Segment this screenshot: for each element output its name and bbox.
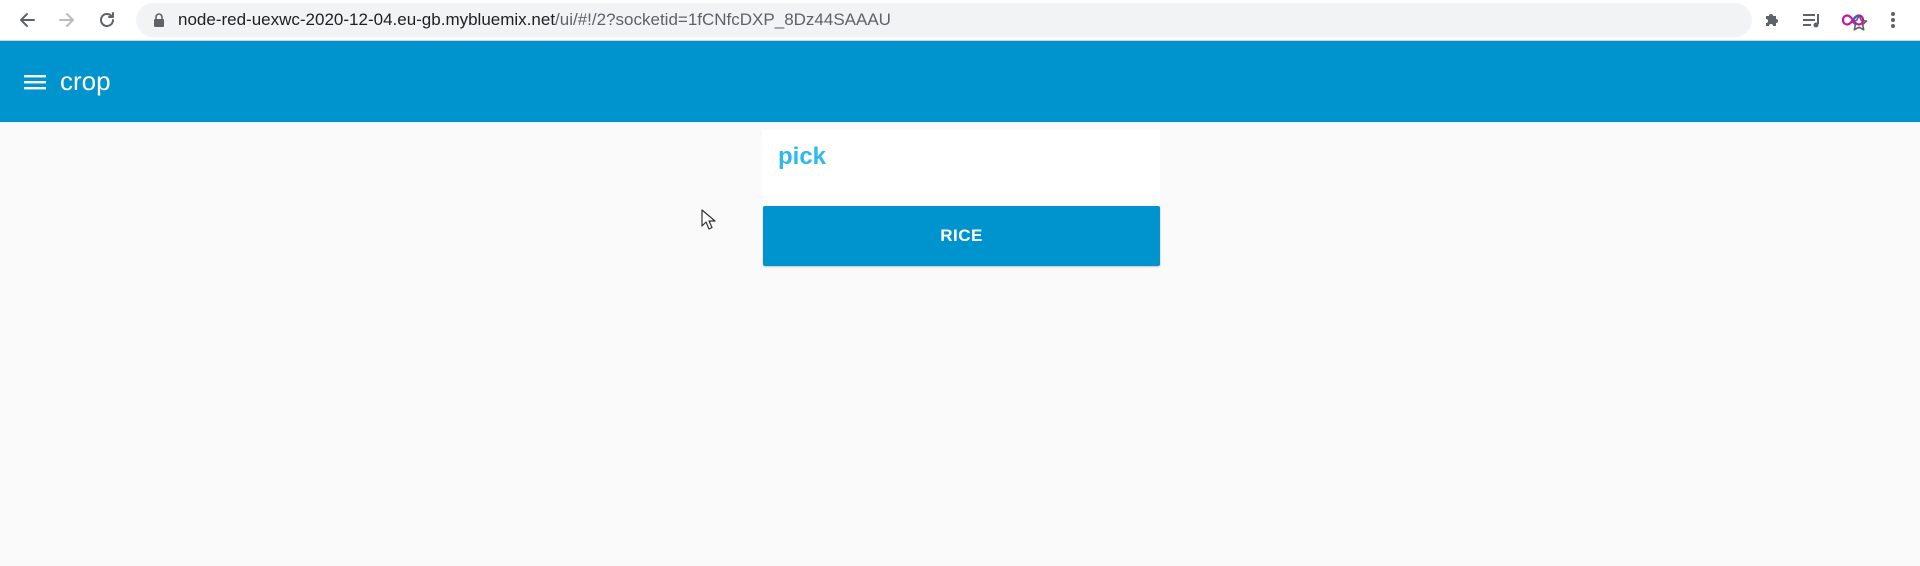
- media-queue-button[interactable]: [1797, 5, 1827, 35]
- url-path: /ui/#!/2?socketid=1fCNfcDXP_8Dz44SAAAU: [555, 10, 891, 29]
- group-title: pick: [778, 143, 827, 170]
- url-host: node-red-uexwc-2020-12-04.eu-gb.mybluemi…: [178, 10, 556, 29]
- app-toolbar: crop: [0, 41, 1920, 122]
- browser-menu-button[interactable]: [1878, 5, 1908, 35]
- url-text: node-red-uexwc-2020-12-04.eu-gb.mybluemi…: [178, 3, 891, 37]
- page-title: crop: [60, 66, 111, 96]
- reload-icon: [100, 12, 114, 27]
- forward-button[interactable]: [51, 4, 83, 36]
- browser-toolbar: node-red-uexwc-2020-12-04.eu-gb.mybluemi…: [0, 0, 1920, 41]
- media-queue-icon: [1803, 14, 1819, 28]
- extensions-button[interactable]: [1757, 5, 1787, 35]
- lock-icon: [154, 13, 164, 27]
- hamburger-menu-icon: [24, 75, 46, 90]
- address-bar[interactable]: node-red-uexwc-2020-12-04.eu-gb.mybluemi…: [136, 3, 1868, 37]
- reload-button[interactable]: [91, 4, 123, 36]
- group-card: pick RICE: [762, 130, 1160, 270]
- back-button[interactable]: [11, 4, 43, 36]
- infinity-icon: [1841, 14, 1865, 26]
- rice-button[interactable]: RICE: [763, 206, 1160, 266]
- menu-button[interactable]: [18, 65, 52, 99]
- kebab-menu-icon: [1891, 12, 1895, 28]
- dashboard-content: pick RICE: [0, 122, 1920, 566]
- mouse-pointer-icon: [701, 209, 716, 230]
- back-arrow-icon: [20, 13, 35, 27]
- forward-arrow-icon: [59, 13, 74, 27]
- profile-extension-button[interactable]: [1838, 5, 1868, 35]
- puzzle-icon: [1766, 14, 1778, 26]
